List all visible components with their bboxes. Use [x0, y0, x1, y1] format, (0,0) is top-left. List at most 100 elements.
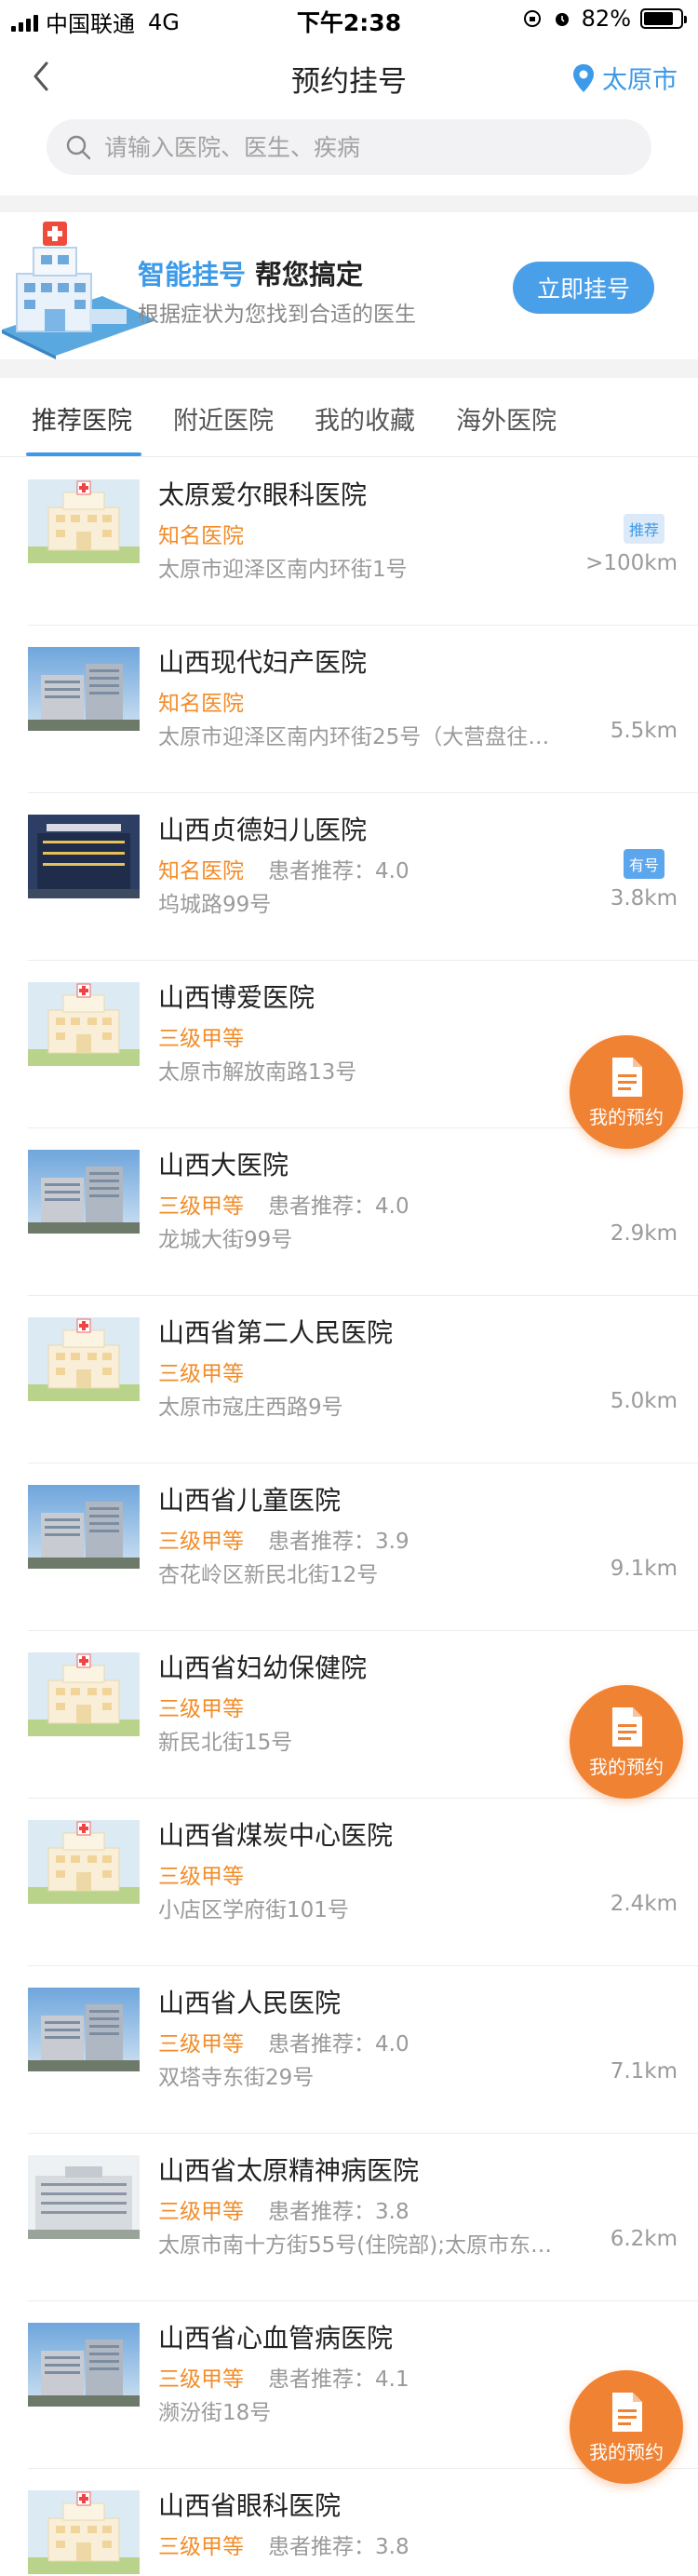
hospital-name: 山西省心血管病医院 — [158, 2323, 394, 2353]
hospital-image — [28, 2490, 140, 2574]
hospital-name: 山西省儿童医院 — [158, 1485, 342, 1516]
hospital-rating: 患者推荐：3.9 — [268, 1530, 409, 1554]
tab-favorites[interactable]: 我的收藏 — [315, 400, 415, 437]
hospital-level: 三级甲等 — [158, 1865, 244, 1889]
smart-booking-banner: 智能挂号 帮您搞定 根据症状为您找到合适的医生 立即挂号 — [0, 210, 698, 359]
hospital-distance: 5.0km — [610, 1389, 678, 1413]
hospital-address: 太原市迎泽区南内环街25号（大营盘往东200米路北） — [158, 725, 568, 749]
hospital-name: 山西大医院 — [158, 1150, 289, 1180]
hospital-level: 知名医院 — [158, 524, 244, 548]
alarm-icon — [555, 13, 569, 26]
hospital-level: 三级甲等 — [158, 2200, 244, 2224]
hospital-image — [28, 647, 140, 731]
search-input[interactable] — [104, 133, 625, 161]
hospital-name: 山西省煤炭中心医院 — [158, 1820, 394, 1851]
hospital-level: 三级甲等 — [158, 1697, 244, 1721]
battery-icon — [640, 8, 687, 29]
hospital-name: 山西贞德妇儿医院 — [158, 815, 368, 845]
hospital-row[interactable]: 太原爱尔眼科医院 知名医院 太原市迎泽区南内环街1号 >100km 推荐 — [0, 458, 698, 626]
city-label: 太原市 — [602, 66, 678, 95]
hospital-level: 三级甲等 — [158, 1027, 244, 1051]
rotation-lock-icon — [523, 10, 541, 27]
status-right: 82% — [522, 6, 687, 32]
hospital-rating: 患者推荐：3.8 — [268, 2200, 409, 2224]
tab-nearby[interactable]: 附近医院 — [173, 400, 274, 437]
my-appointments-button[interactable]: 我的预约 — [570, 1685, 683, 1799]
hospital-image — [28, 982, 140, 1066]
hospital-row[interactable]: 山西省眼科医院 三级甲等 患者推荐：3.8 — [0, 2469, 698, 2576]
hospital-rating: 患者推荐：4.1 — [268, 2367, 409, 2392]
hospital-distance: 5.5km — [610, 719, 678, 743]
hospital-badge: 推荐 — [623, 514, 664, 544]
hospital-image — [28, 1652, 140, 1736]
hospital-image — [28, 815, 140, 898]
hospital-distance: 2.9km — [610, 1221, 678, 1246]
back-button[interactable] — [24, 58, 61, 95]
hospital-row[interactable]: 山西省人民医院三级甲等 患者推荐：4.0 双塔寺东街29号 7.1km — [0, 1966, 698, 2134]
my-appointments-button[interactable]: 我的预约 — [570, 1035, 683, 1149]
city-selector[interactable]: 太原市 — [572, 60, 678, 96]
hospital-address: 龙城大街99号 — [158, 1228, 293, 1252]
hospital-distance: 3.8km — [610, 886, 678, 910]
hospital-distance: 2.4km — [610, 1892, 678, 1916]
hospital-badge: 有号 — [623, 849, 664, 879]
hospital-tabs: 推荐医院 附近医院 我的收藏 海外医院 — [0, 382, 698, 456]
hospital-distance: 6.2km — [610, 2227, 678, 2251]
my-appointments-button[interactable]: 我的预约 — [570, 2370, 683, 2484]
hospital-image — [28, 2155, 140, 2239]
hospital-image — [28, 1485, 140, 1569]
hospital-row[interactable]: 山西贞德妇儿医院知名医院 患者推荐：4.0 坞城路99号 3.8km 有号 — [0, 793, 698, 961]
hospital-rating: 患者推荐：4.0 — [268, 2032, 409, 2057]
hospital-address: 杏花岭区新民北街12号 — [158, 1563, 379, 1587]
search-icon — [66, 135, 91, 160]
book-now-button[interactable]: 立即挂号 — [513, 262, 654, 314]
hospital-rating: 患者推荐：3.8 — [268, 2535, 409, 2559]
document-icon — [612, 1706, 642, 1747]
hospital-distance: >100km — [585, 551, 678, 575]
tab-overseas[interactable]: 海外医院 — [456, 400, 557, 437]
hospital-name: 山西省太原精神病医院 — [158, 2155, 420, 2186]
hospital-image — [28, 2323, 140, 2407]
hospital-row[interactable]: 山西大医院 三级甲等 患者推荐：4.0 龙城大街99号 2.9km — [0, 1128, 698, 1296]
hospital-name: 山西省人民医院 — [158, 1988, 342, 2018]
tab-recommended[interactable]: 推荐医院 — [32, 400, 132, 437]
hospital-address: 濒汾街18号 — [158, 2401, 272, 2425]
hospital-distance: 9.1km — [610, 1557, 678, 1581]
hospital-level: 三级甲等 — [158, 2032, 244, 2057]
hospital-row[interactable]: 山西省儿童医院 三级甲等 患者推荐：3.9 杏花岭区新民北街12号 9.1km — [0, 1463, 698, 1631]
divider-band — [0, 359, 698, 378]
hospital-level: 三级甲等 — [158, 1362, 244, 1386]
hospital-image — [28, 1317, 140, 1401]
hospital-address: 坞城路99号 — [158, 893, 272, 917]
hospital-image — [28, 479, 140, 563]
hospital-row[interactable]: 山西现代妇产医院知名医院太原市迎泽区南内环街25号（大营盘往东200米路北） 5.… — [0, 626, 698, 793]
location-pin-icon — [573, 63, 594, 92]
banner-title: 智能挂号 帮您搞定 — [138, 253, 363, 292]
hospital-rating: 患者推荐：4.0 — [268, 859, 409, 883]
hospital-row[interactable]: 山西省第二人民医院 三级甲等 太原市寇庄西路9号 5.0km — [0, 1296, 698, 1463]
hospital-address: 太原市南十方街55号(住院部);太原市东安路 — [158, 2233, 568, 2258]
hospital-image — [28, 1988, 140, 2071]
nav-bar: 预约挂号 太原市 — [0, 41, 698, 114]
hospital-address: 太原市迎泽区南内环街1号 — [158, 558, 408, 582]
hospital-name: 山西省眼科医院 — [158, 2490, 342, 2521]
hospital-row[interactable]: 山西省太原精神病医院三级甲等 患者推荐：3.8 太原市南十方街55号(住院部);太原… — [0, 2134, 698, 2301]
hospital-image — [28, 1150, 140, 1234]
back-arrow-icon — [34, 61, 48, 91]
hospital-address: 新民北街15号 — [158, 1731, 293, 1755]
fab-label: 我的预约 — [589, 1755, 664, 1778]
hospital-row[interactable]: 山西省煤炭中心医院三级甲等小店区学府街101号 2.4km — [0, 1799, 698, 1966]
hospital-name: 山西省妇幼保健院 — [158, 1652, 368, 1683]
hospital-image — [28, 1820, 140, 1904]
hospital-level: 知名医院 — [158, 859, 244, 883]
fab-label: 我的预约 — [589, 2440, 664, 2463]
document-icon — [612, 1057, 642, 1097]
tabs-divider — [0, 456, 698, 457]
hospital-level: 三级甲等 — [158, 2367, 244, 2392]
battery-percent: 82% — [581, 6, 631, 32]
hospital-address: 双塔寺东街29号 — [158, 2066, 315, 2090]
hospital-distance: 7.1km — [610, 2059, 678, 2084]
hospital-building-icon — [2, 222, 156, 359]
hospital-address: 小店区学府街101号 — [158, 1898, 349, 1922]
hospital-name: 山西省第二人民医院 — [158, 1317, 394, 1348]
